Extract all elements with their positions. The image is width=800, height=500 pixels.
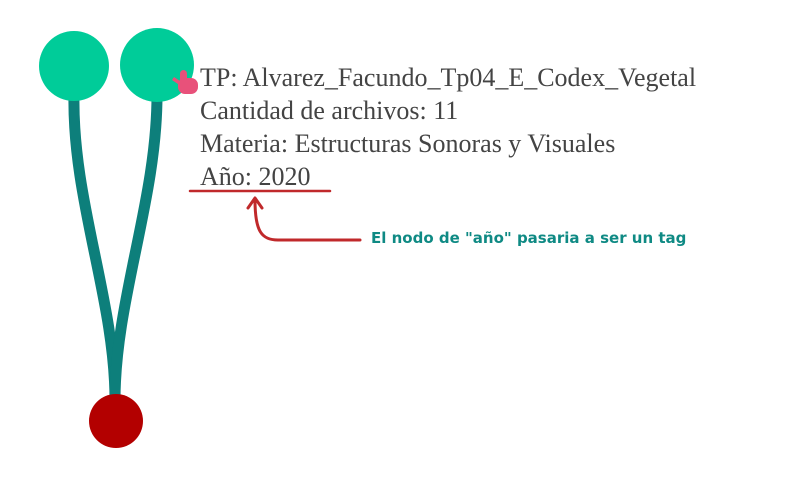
info-cantidad: Cantidad de archivos: 11 [200, 96, 458, 125]
tree-diagram: TP: Alvarez_Facundo_Tp04_E_Codex_Vegetal… [39, 28, 696, 448]
node-green-left[interactable] [39, 31, 109, 101]
edge-left-to-root [68, 89, 121, 406]
info-anio: Año: 2020 [200, 162, 311, 191]
info-materia: Materia: Estructuras Sonoras y Visuales [200, 129, 615, 158]
annotation-arrow [253, 198, 362, 242]
node-red-root[interactable] [89, 394, 143, 448]
edge-right-to-root [109, 89, 163, 406]
info-tp: TP: Alvarez_Facundo_Tp04_E_Codex_Vegetal [200, 63, 696, 92]
annotation-note: El nodo de "año" pasaria a ser un tag [371, 229, 686, 247]
